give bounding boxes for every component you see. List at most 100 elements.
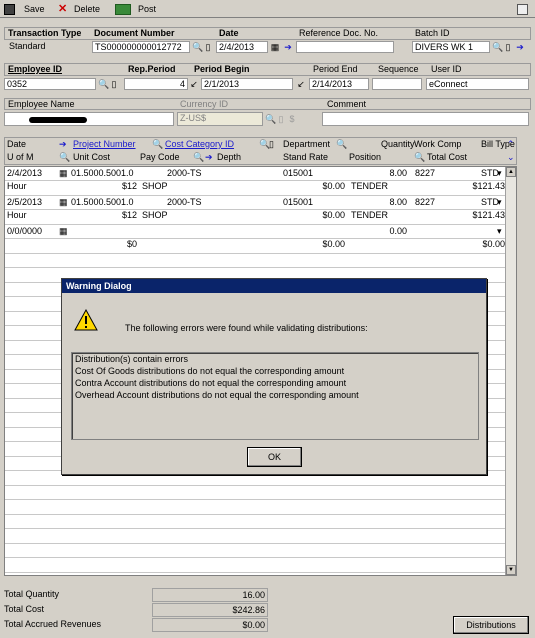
col-unit-cost[interactable]: Unit Cost	[71, 151, 110, 163]
save-button[interactable]: Save	[4, 2, 45, 16]
period-end-label: Period End	[313, 64, 358, 74]
list-item: Cost Of Goods distributions do not equal…	[75, 366, 345, 376]
total-accrued-revenues-label: Total Accrued Revenues	[4, 619, 102, 629]
post-icon	[115, 3, 131, 15]
grid-row-divider	[5, 485, 507, 486]
employee-name-field[interactable]	[4, 112, 174, 126]
currency-id-field: Z-US$	[177, 112, 263, 126]
delete-icon: ✕	[58, 2, 68, 15]
header-row1-labels: Transaction Type Document Number Date Re…	[4, 27, 531, 40]
comment-label: Comment	[327, 99, 367, 109]
arrow-right-icon[interactable]: ➔	[57, 138, 67, 150]
calendar-icon[interactable]: ▦	[270, 42, 280, 52]
sequence-label: Sequence	[378, 64, 419, 74]
post-button[interactable]: Post	[115, 2, 156, 16]
col-work-comp[interactable]: Work Comp	[412, 138, 461, 150]
note-icon[interactable]: ▯	[503, 42, 513, 52]
dropdown-arrow-icon[interactable]: ▾	[495, 196, 504, 208]
col-date[interactable]: Date	[5, 138, 26, 150]
grid-header: Date ➔ Project Number 🔍 Cost Category ID…	[4, 137, 517, 165]
redacted-name	[29, 117, 87, 123]
col-quantity[interactable]: Quantity	[379, 138, 415, 150]
reference-doc-label: Reference Doc. No.	[299, 28, 379, 38]
period-begin-label: Period Begin	[194, 64, 250, 74]
col-stand-rate[interactable]: Stand Rate	[281, 151, 328, 163]
calendar-icon[interactable]: ▦	[57, 196, 70, 208]
lookup-icon[interactable]: 🔍	[334, 138, 347, 150]
scroll-down-icon[interactable]: ▼	[506, 565, 516, 575]
total-cost-value: $242.86	[152, 603, 268, 617]
grid-row-divider	[5, 543, 507, 544]
document-number-label: Document Number	[94, 28, 175, 38]
period-begin-field[interactable]: 2/1/2013	[201, 78, 293, 90]
calendar-icon[interactable]: ▦	[57, 225, 70, 237]
dialog-message: The following errors were found while va…	[125, 323, 368, 333]
arrow-right-icon[interactable]: ➔	[515, 42, 525, 52]
lookup-icon[interactable]: 🔍	[98, 79, 109, 89]
lookup-icon[interactable]: 🔍	[412, 151, 425, 163]
grid-row-divider	[5, 195, 507, 196]
grid-row-divider	[5, 528, 507, 529]
grid-row-divider	[5, 514, 507, 515]
col-cost-category[interactable]: Cost Category ID	[163, 138, 234, 150]
arrow-right-icon[interactable]: ➔	[283, 42, 293, 52]
lookup-icon[interactable]: 🔍	[192, 42, 203, 52]
expand-icon[interactable]: ↙	[296, 79, 306, 89]
transaction-type-value[interactable]: Standard	[6, 41, 46, 52]
currency-icon: $	[289, 114, 295, 124]
toolbar: Save ✕ Delete Post	[0, 0, 535, 18]
document-number-field[interactable]: TS000000000012772	[92, 41, 190, 53]
distributions-button[interactable]: Distributions	[453, 616, 529, 634]
dropdown-arrow-icon[interactable]: ▾	[495, 225, 504, 237]
comment-field[interactable]	[322, 112, 529, 126]
note-icon[interactable]: ▯	[267, 138, 274, 150]
batch-id-field[interactable]: DIVERS WK 1	[412, 41, 490, 53]
list-item: Distribution(s) contain errors	[75, 354, 189, 364]
reference-doc-field[interactable]	[296, 41, 394, 53]
save-icon	[4, 3, 15, 15]
col-pay-code[interactable]: Pay Code	[138, 151, 180, 163]
chevron-up-icon[interactable]: ⌃	[505, 138, 515, 150]
lookup-icon[interactable]: 🔍	[150, 138, 163, 150]
col-total-cost[interactable]: Total Cost	[425, 151, 467, 163]
period-end-field: 2/14/2013	[309, 78, 369, 90]
delete-button[interactable]: ✕ Delete	[58, 2, 100, 16]
rep-period-label: Rep.Period	[128, 64, 176, 74]
grid-row-divider	[5, 572, 507, 573]
print-icon[interactable]	[517, 2, 528, 16]
col-uom[interactable]: U of M	[5, 151, 34, 163]
col-depth[interactable]: Depth	[215, 151, 241, 163]
note-icon[interactable]: ▯	[109, 79, 119, 89]
error-list: Distribution(s) contain errors Cost Of G…	[71, 352, 479, 440]
transaction-type-label: Transaction Type	[8, 28, 82, 38]
col-position[interactable]: Position	[347, 151, 381, 163]
dropdown-arrow-icon[interactable]: ▾	[495, 167, 504, 179]
header-row3-labels: Employee Name Currency ID Comment	[4, 98, 531, 110]
chevron-down-icon[interactable]: ⌄	[505, 151, 515, 163]
total-quantity-label: Total Quantity	[4, 589, 60, 599]
employee-id-field[interactable]: 0352	[4, 78, 96, 90]
lookup-icon[interactable]: 🔍	[57, 151, 70, 163]
warning-dialog: Warning Dialog The following errors were…	[61, 278, 487, 475]
scrollbar[interactable]: ▲ ▼	[505, 167, 516, 575]
dialog-title: Warning Dialog	[62, 279, 486, 293]
col-department[interactable]: Department	[281, 138, 330, 150]
calendar-icon[interactable]: ▦	[57, 167, 70, 179]
col-project-number[interactable]: Project Number	[71, 138, 136, 150]
note-icon[interactable]: ▯	[203, 42, 213, 52]
ok-button[interactable]: OK	[247, 447, 302, 467]
header-row2-labels: Employee ID Rep.Period Period Begin Peri…	[4, 63, 531, 76]
lookup-icon: 🔍	[265, 114, 277, 124]
date-field[interactable]: 2/4/2013	[216, 41, 268, 53]
user-id-field: eConnect	[426, 78, 529, 90]
arrow-right-icon[interactable]: ➔	[203, 151, 213, 163]
currency-id-label: Currency ID	[180, 99, 229, 109]
rep-period-field[interactable]: 4	[124, 78, 188, 90]
grid-row-divider	[5, 253, 507, 254]
lookup-icon[interactable]: 🔍	[492, 42, 503, 52]
scroll-up-icon[interactable]: ▲	[506, 167, 516, 177]
grid-row-divider	[5, 238, 507, 239]
grid-row-divider	[5, 557, 507, 558]
grid-row-divider	[5, 224, 507, 225]
expand-icon[interactable]: ↙	[189, 79, 199, 89]
